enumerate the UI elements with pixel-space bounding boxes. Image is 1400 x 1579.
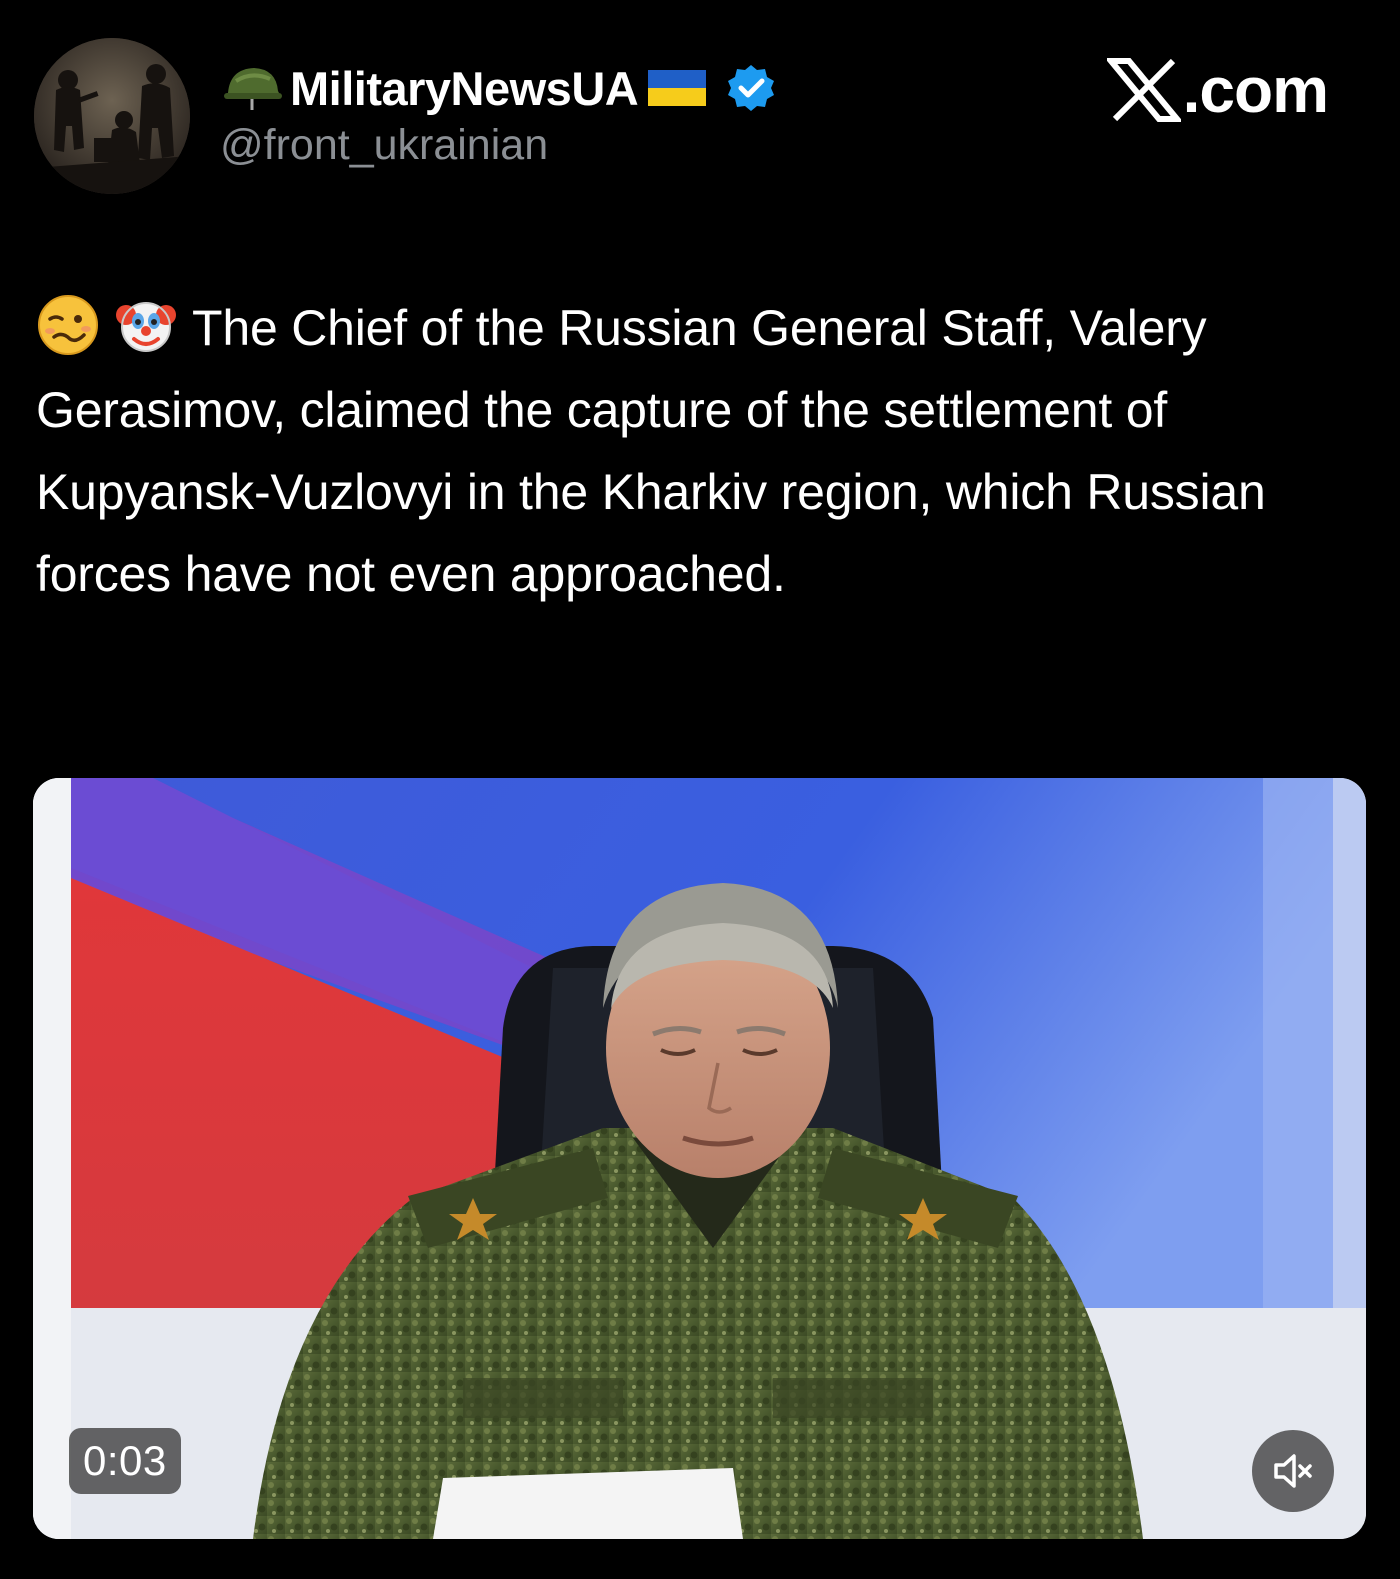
ukraine-flag-icon: [648, 70, 707, 106]
video-timestamp: 0:03: [69, 1428, 181, 1494]
tweet-body: The Chief of the Russian General Staff, …: [36, 287, 1336, 615]
video-frame-illustration: [33, 778, 1366, 1539]
tweet-screenshot: MilitaryNewsUA @front_ukrainian .com The…: [0, 0, 1400, 1579]
site-domain-suffix: com: [1199, 54, 1329, 126]
woozy-face-emoji: [36, 293, 100, 357]
author-display-name[interactable]: MilitaryNewsUA: [290, 61, 639, 116]
speaker-muted-icon: [1274, 1454, 1312, 1488]
clown-face-icon: [116, 302, 176, 352]
soldiers-silhouette-avatar-icon: [34, 38, 190, 194]
tweet-text: The Chief of the Russian General Staff, …: [36, 300, 1266, 602]
clown-face-emoji: [114, 293, 178, 357]
verified-badge-icon[interactable]: [726, 63, 776, 113]
author-name-row[interactable]: MilitaryNewsUA: [222, 58, 776, 118]
military-helmet-icon: [224, 68, 282, 110]
video-player[interactable]: 0:03: [33, 778, 1366, 1539]
author-handle[interactable]: @front_ukrainian: [220, 121, 548, 170]
mute-toggle-button[interactable]: [1252, 1430, 1334, 1512]
site-domain-text: .com: [1182, 54, 1329, 126]
woozy-face-icon: [38, 295, 98, 355]
site-watermark: .com: [1106, 50, 1329, 130]
x-logo-icon: [1106, 58, 1181, 122]
profile-avatar[interactable]: [34, 38, 190, 194]
